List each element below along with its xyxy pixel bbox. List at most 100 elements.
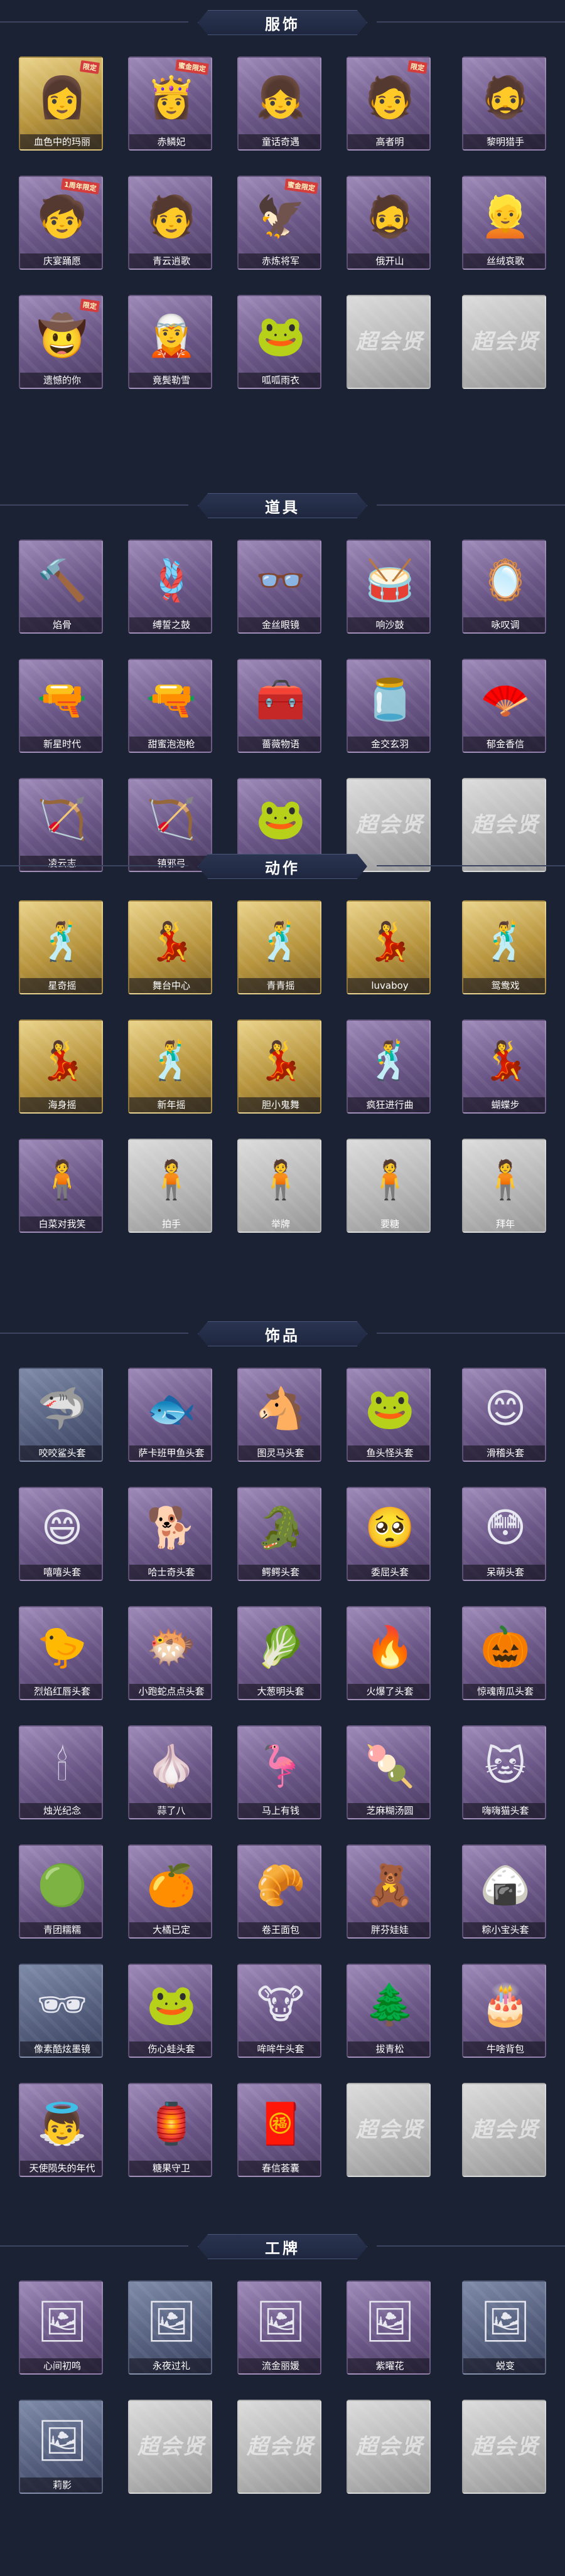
bow-icon: 🏹 xyxy=(146,796,196,843)
item-card[interactable]: 👸 蜜金限定 赤鳞妃 xyxy=(128,56,212,163)
card-frame: 🎂 牛啥背包 xyxy=(462,1964,546,2058)
item-card[interactable]: 🐡 小跑蛇点点头套 xyxy=(128,1606,212,1713)
item-card[interactable]: 🐸 呱呱雨衣 xyxy=(237,295,321,402)
item-label: 拔青松 xyxy=(348,2041,429,2057)
item-card[interactable]: 🖼 紫曜花 xyxy=(347,2281,431,2387)
item-card[interactable]: 🕺 青青摇 xyxy=(237,900,321,1007)
item-card[interactable]: 🖼 莉影 xyxy=(19,2400,103,2506)
item-card[interactable]: 🪞 咏叹调 xyxy=(462,540,546,646)
item-card[interactable]: 🦈 咬咬鲨头套 xyxy=(19,1368,103,1474)
item-card[interactable]: 🧔 黎明猎手 xyxy=(462,56,546,163)
item-label: luvaboy xyxy=(348,978,429,993)
item-card[interactable]: 🧧 春信荟囊 xyxy=(237,2083,321,2190)
item-card[interactable]: 🔫 新星时代 xyxy=(19,659,103,765)
item-card[interactable]: 🧍 拜年 xyxy=(462,1139,546,1245)
item-card[interactable]: 🧒 1周年限定 庆宴踊愿 xyxy=(19,176,103,282)
item-card[interactable]: 🐱 嗨嗨猫头套 xyxy=(462,1725,546,1832)
item-card[interactable]: 💃 蝴蝶步 xyxy=(462,1019,546,1126)
item-card[interactable]: 🧍 要糖 xyxy=(347,1139,431,1245)
item-card[interactable]: 🎃 惊魂南瓜头套 xyxy=(462,1606,546,1713)
item-card[interactable]: 😳 呆萌头套 xyxy=(462,1487,546,1594)
item-card[interactable]: 👩 限定 血色中的玛丽 xyxy=(19,56,103,163)
item-card[interactable]: 🪭 郁金香信 xyxy=(462,659,546,765)
item-card[interactable]: 🖼 心间初鸣 xyxy=(19,2281,103,2387)
item-card[interactable]: 🌲 拔青松 xyxy=(347,1964,431,2070)
item-card[interactable]: 🧄 蒜了八 xyxy=(128,1725,212,1832)
case-icon: 🧰 xyxy=(256,677,306,723)
card-frame: 💃 胆小鬼舞 xyxy=(237,1019,321,1114)
item-card[interactable]: 🕶 像素酷炫墨镜 xyxy=(19,1964,103,2070)
cat-head-icon: 🐱 xyxy=(484,1743,527,1790)
item-card[interactable]: 💃 胆小鬼舞 xyxy=(237,1019,321,1126)
item-card[interactable]: 🥐 卷王面包 xyxy=(237,1844,321,1951)
item-label: 卷王面包 xyxy=(239,1922,320,1937)
item-card[interactable]: 🖼 蜕变 xyxy=(462,2281,546,2387)
item-card[interactable]: 🖼 流金丽媛 xyxy=(237,2281,321,2387)
item-label: 哞哞牛头套 xyxy=(239,2041,320,2057)
item-card[interactable]: 🧸 胖芬娃娃 xyxy=(347,1844,431,1951)
item-card[interactable]: 🦩 马上有钱 xyxy=(237,1725,321,1832)
fan-icon: 🪭 xyxy=(480,677,530,723)
item-card[interactable]: 👓 金丝眼镜 xyxy=(237,540,321,646)
item-label: 胖芬娃娃 xyxy=(348,1922,429,1937)
item-card[interactable]: 🧍 拍手 xyxy=(128,1139,212,1245)
card-frame: 🖼 蜕变 xyxy=(462,2281,546,2375)
item-card[interactable]: 🧝 竟鬓勒雪 xyxy=(128,295,212,402)
item-card[interactable]: 🧑 青云逍歌 xyxy=(128,176,212,282)
card-frame: 🕺 星奇摇 xyxy=(19,900,103,994)
item-card[interactable]: 🖼 永夜过礼 xyxy=(128,2281,212,2387)
item-card[interactable]: 🥬 大葱明头套 xyxy=(237,1606,321,1713)
item-card[interactable]: 🧔 俄开山 xyxy=(347,176,431,282)
watermark-logo: 超会贤 xyxy=(137,2434,205,2459)
item-card[interactable]: 🔨 焰骨 xyxy=(19,540,103,646)
item-card[interactable]: 🟢 青团糯糯 xyxy=(19,1844,103,1951)
card-frame: 🦩 马上有钱 xyxy=(237,1725,321,1819)
section-header: 工牌 xyxy=(0,2224,565,2268)
item-card[interactable]: 🐤 烈焰红唇头套 xyxy=(19,1606,103,1713)
item-card[interactable]: 🍙 粽小宝头套 xyxy=(462,1844,546,1951)
item-card[interactable]: 😊 滑稽头套 xyxy=(462,1368,546,1474)
item-card[interactable]: 💃 海身摇 xyxy=(19,1019,103,1126)
item-card[interactable]: 👧 童话奇遇 xyxy=(237,56,321,163)
item-card[interactable]: 🧰 薔薇物语 xyxy=(237,659,321,765)
item-card[interactable]: 💃 舞台中心 xyxy=(128,900,212,1007)
section-1: 道具 🔨 焰骨 🪢 缚誓之鼓 👓 金丝眼镜 🥁 响沙鼓 🪞 咏叹调 🔫 新星时代 🔫 甜蜜泡泡枪 🧰 薔薇物语 🫙… xyxy=(0,483,565,872)
item-card[interactable]: 🪢 缚誓之鼓 xyxy=(128,540,212,646)
item-card[interactable]: 🤠 限定 遗憾的你 xyxy=(19,295,103,402)
item-card[interactable]: 👼 天使陨失的年代 xyxy=(19,2083,103,2190)
item-card[interactable]: 🥁 响沙鼓 xyxy=(347,540,431,646)
item-card[interactable]: 🧍 白菜对我笑 xyxy=(19,1139,103,1245)
item-card[interactable]: 🐸 鱼头怪头套 xyxy=(347,1368,431,1474)
item-card[interactable]: 🥺 委屈头套 xyxy=(347,1487,431,1594)
item-card[interactable]: 🔥 火爆了头套 xyxy=(347,1606,431,1713)
item-card[interactable]: 🫙 金交玄羽 xyxy=(347,659,431,765)
item-card[interactable]: 🐴 图灵马头套 xyxy=(237,1368,321,1474)
item-card[interactable]: 🎂 牛啥背包 xyxy=(462,1964,546,2070)
pose-icon: 🕺 xyxy=(38,920,86,964)
item-card[interactable]: 🕺 鸳鸯戏 xyxy=(462,900,546,1007)
item-card[interactable]: 👱 丝绒哀歌 xyxy=(462,176,546,282)
item-card[interactable]: 😄 嘻嘻头套 xyxy=(19,1487,103,1594)
item-label: 嘻嘻头套 xyxy=(20,1565,102,1580)
item-label: 新年摇 xyxy=(129,1097,211,1112)
card-frame: 🐡 小跑蛇点点头套 xyxy=(128,1606,212,1700)
item-card[interactable]: 🍡 芝麻糊汤圆 xyxy=(347,1725,431,1832)
item-card[interactable]: 🕯 烛光纪念 xyxy=(19,1725,103,1832)
item-card[interactable]: 🐊 鳄鳄头套 xyxy=(237,1487,321,1594)
item-card[interactable]: 🧍 举牌 xyxy=(237,1139,321,1245)
item-card[interactable]: 🐮 哞哞牛头套 xyxy=(237,1964,321,2070)
item-card[interactable]: 🦅 蜜金限定 赤炼将军 xyxy=(237,176,321,282)
item-card[interactable]: 🧑 限定 高者明 xyxy=(347,56,431,163)
item-card[interactable]: 🏮 糖果守卫 xyxy=(128,2083,212,2190)
item-card[interactable]: 🕺 星奇摇 xyxy=(19,900,103,1007)
item-card[interactable]: 🐟 萨卡班甲鱼头套 xyxy=(128,1368,212,1474)
item-card[interactable]: 🐕 哈士奇头套 xyxy=(128,1487,212,1594)
item-card[interactable]: 💃 luvaboy xyxy=(347,900,431,1007)
item-card[interactable]: 🔫 甜蜜泡泡枪 xyxy=(128,659,212,765)
card-frame: 💃 luvaboy xyxy=(347,900,431,994)
item-card[interactable]: 🍊 大橘已定 xyxy=(128,1844,212,1951)
item-card[interactable]: 🕺 疯狂进行曲 xyxy=(347,1019,431,1126)
item-card[interactable]: 🐸 伤心蛙头套 xyxy=(128,1964,212,2070)
item-card[interactable]: 🕺 新年摇 xyxy=(128,1019,212,1126)
item-label: 俄开山 xyxy=(348,253,429,269)
